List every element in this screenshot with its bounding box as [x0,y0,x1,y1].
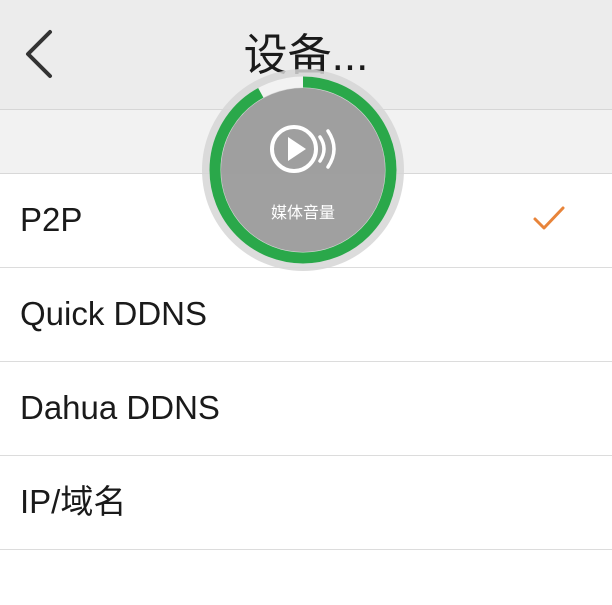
checkmark-icon [533,206,565,230]
screen: 设备... P2P Quick DDNS Dahua DDNS IP/域名 媒体… [0,0,612,605]
list-item-dahua-ddns[interactable]: Dahua DDNS [0,362,612,456]
list-item-ip-domain[interactable]: IP/域名 [0,456,612,550]
navigation-bar: 设备... [0,0,612,110]
list-item-label: Quick DDNS [20,295,208,332]
section-spacer [0,110,612,174]
list-item-quick-ddns[interactable]: Quick DDNS [0,268,612,362]
list-item-label: P2P [20,201,83,238]
list-item-label: Dahua DDNS [20,389,220,426]
list-item-label: IP/域名 [20,483,127,520]
page-title: 设备... [243,31,369,80]
connection-type-list: P2P Quick DDNS Dahua DDNS IP/域名 [0,174,612,550]
list-item-p2p[interactable]: P2P [0,174,612,268]
